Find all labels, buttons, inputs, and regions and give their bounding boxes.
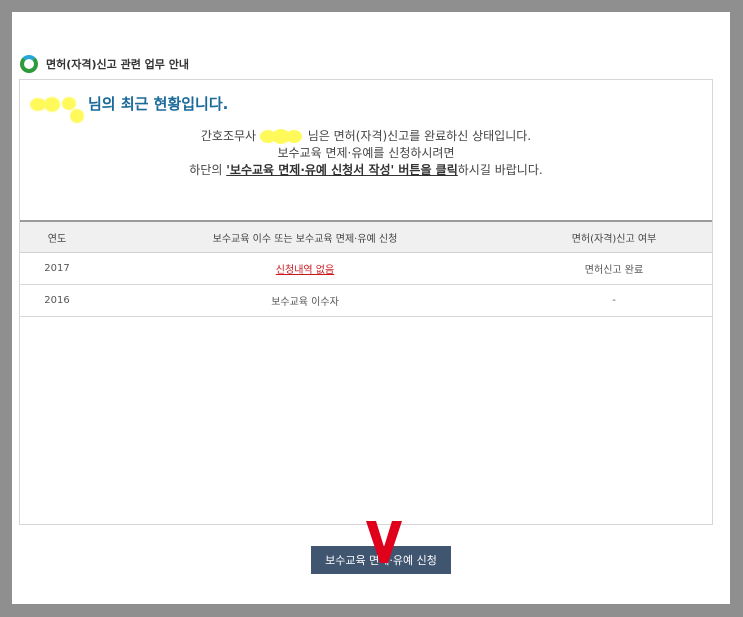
- dialog-window: 면허(자격)신고 관련 업무 안내 님의 최근 현황입니다. 간호조무사 님은 …: [12, 12, 730, 604]
- info-line3-emphasis: '보수교육 면제·유예 신청서 작성' 버튼을 클릭: [226, 163, 458, 177]
- headline-text: 님의 최근 현황입니다.: [88, 95, 229, 113]
- status-description: 간호조무사 님은 면허(자격)신고를 완료하신 상태입니다. 보수교육 면제·유…: [20, 128, 712, 179]
- info-line2: 보수교육 면제·유예를 신청하시려면: [277, 146, 455, 160]
- table-row: 2016 보수교육 이수자 -: [20, 284, 712, 317]
- ring-logo-icon: [20, 55, 38, 73]
- info-line3-prefix: 하단의: [189, 163, 227, 177]
- redacted-name: [259, 129, 304, 144]
- history-table: 연도 보수교육 이수 또는 보수교육 면제·유예 신청 면허(자격)신고 여부 …: [20, 220, 712, 317]
- info-line1-suffix: 님은 면허(자격)신고를 완료하신 상태입니다.: [307, 129, 532, 143]
- redaction-mark: [62, 97, 76, 110]
- row-status: 보수교육 이수자: [94, 284, 516, 317]
- info-line1-prefix: 간호조무사: [200, 129, 257, 143]
- column-header-year: 연도: [20, 220, 94, 253]
- table-row: 2017 신청내역 없음 면허신고 완료: [20, 252, 712, 285]
- row-report: 면허신고 완료: [516, 252, 712, 285]
- redaction-mark: [70, 109, 84, 123]
- redaction-mark: [44, 97, 60, 112]
- status-panel: 님의 최근 현황입니다. 간호조무사 님은 면허(자격)신고를 완료하신 상태입…: [19, 79, 713, 525]
- dialog-header: 면허(자격)신고 관련 업무 안내: [20, 53, 189, 75]
- dialog-title: 면허(자격)신고 관련 업무 안내: [46, 58, 189, 71]
- column-header-education: 보수교육 이수 또는 보수교육 면제·유예 신청: [94, 220, 516, 253]
- v-annotation-icon: [366, 521, 402, 563]
- info-line3-suffix: 하시길 바랍니다.: [457, 163, 543, 177]
- status-headline: 님의 최근 현황입니다.: [30, 93, 229, 123]
- no-application-link[interactable]: 신청내역 없음: [276, 265, 334, 276]
- row-year: 2016: [20, 284, 94, 317]
- row-report: -: [516, 284, 712, 317]
- column-header-report: 면허(자격)신고 여부: [516, 220, 712, 253]
- table-header-row: 연도 보수교육 이수 또는 보수교육 면제·유예 신청 면허(자격)신고 여부: [20, 220, 712, 253]
- row-year: 2017: [20, 252, 94, 285]
